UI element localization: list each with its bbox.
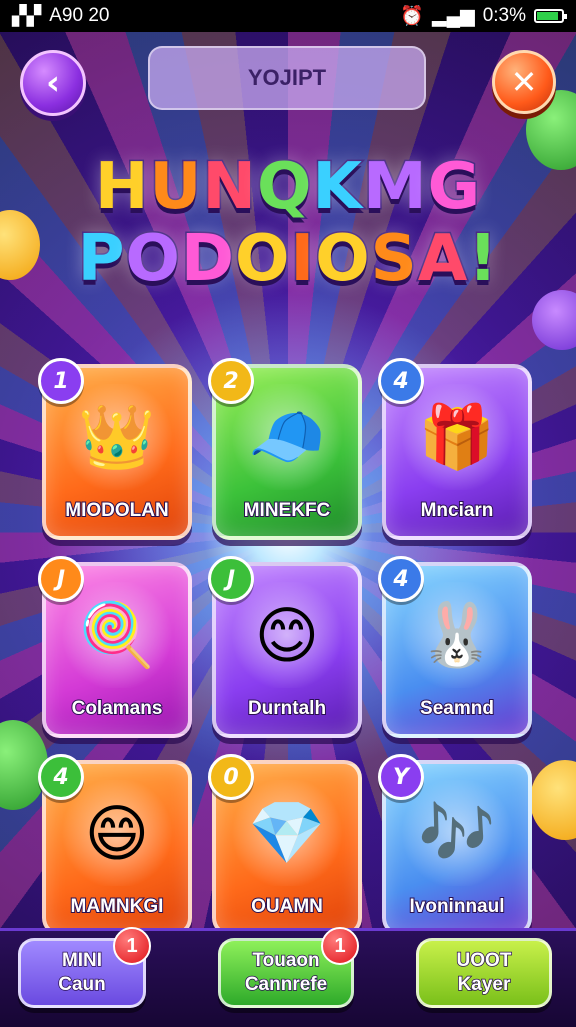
bunny-hat-kid-icon: 🐰	[398, 582, 516, 688]
card-label: Seamnd	[419, 697, 495, 720]
alarm-icon: ⏰	[400, 6, 424, 27]
game-card[interactable]: 🐰 4 Seamnd	[378, 556, 532, 738]
bottom-button-line2: Kayer	[457, 973, 511, 996]
bottom-button-line1: MINI	[61, 949, 103, 972]
card-number-badge: 4	[378, 358, 424, 404]
game-card[interactable]: 😊 J Durntalh	[208, 556, 362, 738]
card-number-badge: 0	[208, 754, 254, 800]
music-box-icon: 🎶	[398, 780, 516, 886]
treasure-box-icon: 🎁	[398, 384, 516, 490]
close-icon: ✕	[510, 63, 538, 101]
card-label: Colamans	[71, 697, 164, 720]
rainbow-gem-icon: 💎	[228, 780, 346, 886]
card-number-badge: Y	[378, 754, 424, 800]
player-button[interactable]: UOOT Kayer	[416, 938, 552, 1008]
card-label: Durntalh	[247, 697, 327, 720]
swirl-candy-icon: 🍭	[58, 582, 176, 688]
game-card[interactable]: 🎁 4 Mnciarn	[378, 358, 532, 540]
card-label: MIODOLAN	[64, 499, 169, 522]
game-card[interactable]: 👑 1 MIODOLAN	[38, 358, 192, 540]
close-button[interactable]: ✕	[492, 50, 556, 114]
battery-icon	[534, 9, 567, 23]
card-number-badge: 4	[38, 754, 84, 800]
card-number-badge: J	[208, 556, 254, 602]
card-label: Ivoninnaul	[409, 895, 506, 918]
game-card[interactable]: 🍭 J Colamans	[38, 556, 192, 738]
card-label: Mnciarn	[420, 499, 495, 522]
status-bar: ▞▞ A90 20 ⏰ ▂▄▆ 0:3%	[0, 0, 576, 32]
bottom-button-line1: UOOT	[456, 949, 512, 972]
game-logo-line2: PODOIOSA!	[76, 221, 499, 298]
card-number-badge: J	[38, 556, 84, 602]
card-number-badge: 2	[208, 358, 254, 404]
card-label: MAMNKGI	[70, 895, 165, 918]
card-number-badge: 1	[38, 358, 84, 404]
signal-icon: ▂▄▆	[432, 5, 475, 27]
tournament-button[interactable]: Touaon Cannrefe 1	[218, 927, 359, 1008]
status-time: A90 20	[49, 5, 110, 26]
game-card[interactable]: 🎶 Y Ivoninnaul	[378, 754, 532, 936]
blonde-kid-icon: 😊	[228, 582, 346, 688]
card-number-badge: 4	[378, 556, 424, 602]
bottom-button-line2: Caun	[58, 973, 107, 996]
signal-glyph-icon: ▞▞	[12, 5, 42, 27]
bottom-button-line1: Touaon	[252, 949, 321, 972]
game-card[interactable]: 😄 4 MAMNKGI	[38, 754, 192, 936]
bottom-button-line2: Cannrefe	[244, 973, 328, 996]
chevron-left-icon: ‹	[45, 63, 60, 103]
game-logo-line1: HUNQKMG	[93, 149, 482, 226]
game-card[interactable]: 🧢 2 MINEKFC	[208, 358, 362, 540]
card-label: OUAMN	[250, 895, 324, 918]
mini-game-button[interactable]: MINI Caun 1	[18, 927, 151, 1008]
back-button[interactable]: ‹	[20, 50, 86, 116]
red-hair-kid-icon: 😄	[58, 780, 176, 886]
notification-badge: 1	[113, 927, 151, 965]
header-title: YOJIPT	[148, 46, 426, 110]
notification-badge: 1	[321, 927, 359, 965]
game-card[interactable]: 💎 0 OUAMN	[208, 754, 362, 936]
red-cap-kid-icon: 🧢	[228, 384, 346, 490]
crowned-girl-icon: 👑	[58, 384, 176, 490]
card-label: MINEKFC	[243, 499, 332, 522]
battery-percent: 0:3%	[482, 5, 526, 26]
